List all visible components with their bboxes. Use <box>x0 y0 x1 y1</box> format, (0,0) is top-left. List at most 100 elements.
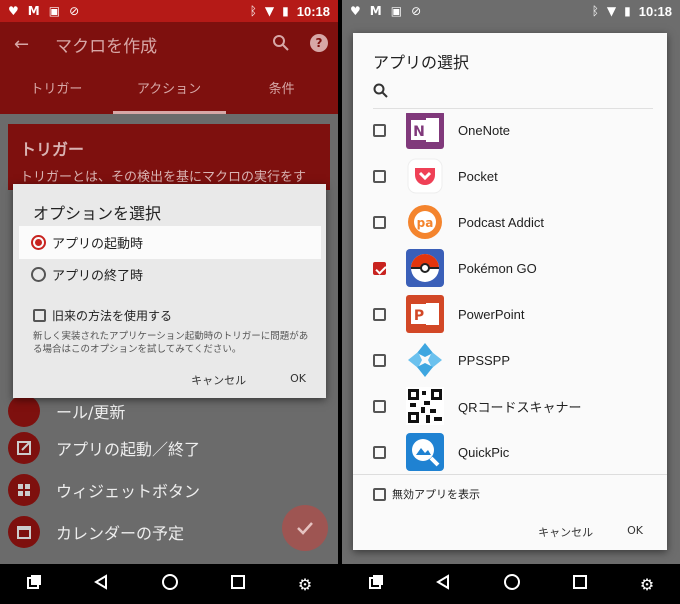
option-app-launch[interactable]: アプリの起動時 <box>19 226 321 259</box>
navigation-bar: ⚙ <box>0 564 338 604</box>
image-icon: ▣ <box>48 4 61 18</box>
list-item-label: ウィジェットボタン <box>56 482 201 501</box>
option-dialog: オプションを選択 アプリの起動時 アプリの終了時 旧来の方法を使用する 新しく実… <box>13 184 326 398</box>
app-name: Pocket <box>458 168 498 184</box>
radio-unselected[interactable] <box>31 267 46 282</box>
svg-text:?: ? <box>316 36 323 50</box>
qr-scanner-icon <box>406 387 444 425</box>
dialog-title: オプションを選択 <box>33 204 162 223</box>
powerpoint-icon: P <box>406 295 444 333</box>
divider <box>353 474 667 475</box>
right-screen: ♥ M ▣ ⊘ ᛒ ▼ ▮ 10:18 アプリの選択 N OneNote Poc… <box>342 0 680 604</box>
calendar-icon <box>8 516 40 548</box>
legacy-method-option[interactable]: 旧来の方法を使用する <box>33 307 172 324</box>
pocket-icon <box>406 157 444 195</box>
navigation-bar: ⚙ <box>342 564 680 604</box>
list-item[interactable]: ウィジェットボタン <box>0 469 338 511</box>
tab-bar: トリガー アクション 条件 <box>0 66 338 114</box>
dialog-title: アプリの選択 <box>373 53 470 72</box>
app-row-qr-scanner[interactable]: QRコードスキャナー <box>353 383 667 429</box>
home-icon[interactable] <box>161 573 179 595</box>
battery-icon: ▮ <box>282 4 289 18</box>
block-icon: ⊘ <box>69 4 80 18</box>
ok-button[interactable]: OK <box>290 372 306 388</box>
app-row-onenote[interactable]: N OneNote <box>353 113 667 153</box>
battery-icon: ▮ <box>624 4 631 18</box>
app-name: Pokémon GO <box>458 260 537 276</box>
app-checkbox[interactable] <box>373 399 386 413</box>
back-icon[interactable] <box>435 574 451 594</box>
app-checkbox-checked[interactable] <box>373 261 386 275</box>
app-checkbox[interactable] <box>373 445 386 459</box>
legacy-label: 旧来の方法を使用する <box>52 309 173 323</box>
app-row-ppsspp[interactable]: PPSSPP <box>353 337 667 383</box>
back-arrow-icon[interactable]: ← <box>14 34 29 55</box>
home-icon[interactable] <box>503 573 521 595</box>
settings-gear-icon[interactable]: ⚙ <box>640 575 654 594</box>
app-checkbox[interactable] <box>373 123 386 137</box>
svg-text:pa: pa <box>417 216 434 230</box>
card-heading: トリガー <box>20 140 85 159</box>
app-row-powerpoint[interactable]: P PowerPoint <box>353 291 667 337</box>
widget-icon <box>8 474 40 506</box>
wifi-icon: ▼ <box>264 4 275 18</box>
app-checkbox[interactable] <box>373 215 386 229</box>
email-icon <box>8 395 40 427</box>
status-time: 10:18 <box>296 3 330 19</box>
search-field[interactable] <box>373 81 653 109</box>
settings-gear-icon[interactable]: ⚙ <box>298 575 312 594</box>
card-text: トリガーとは、その検出を基にマクロの実行をす <box>20 170 307 185</box>
search-icon[interactable] <box>272 34 290 56</box>
app-row-pocket[interactable]: Pocket <box>353 153 667 199</box>
list-item-label: アプリの起動／終了 <box>56 440 201 459</box>
legacy-checkbox[interactable] <box>33 309 46 322</box>
status-bar: ♥ M ▣ ⊘ ᛒ ▼ ▮ 10:18 <box>0 0 338 22</box>
quickpic-icon <box>406 433 444 471</box>
show-disabled-option[interactable]: 無効アプリを表示 <box>373 486 480 502</box>
pokemon-go-icon <box>406 249 444 287</box>
recents-icon[interactable] <box>572 574 588 594</box>
app-name: PPSSPP <box>458 352 511 368</box>
app-checkbox[interactable] <box>373 353 386 367</box>
list-item-label: ール/更新 <box>56 403 126 422</box>
option-label: アプリの終了時 <box>52 269 144 284</box>
option-app-close[interactable]: アプリの終了時 <box>19 258 321 291</box>
app-checkbox[interactable] <box>373 169 386 183</box>
help-icon[interactable]: ? <box>310 34 328 56</box>
status-time: 10:18 <box>638 3 672 19</box>
app-row-pokemon-go[interactable]: Pokémon GO <box>353 245 667 291</box>
app-select-dialog: アプリの選択 N OneNote Pocket pa Podcast Addic… <box>353 33 667 550</box>
ok-button[interactable]: OK <box>627 524 643 540</box>
app-switch-icon[interactable] <box>368 574 384 594</box>
app-row-quickpic[interactable]: QuickPic <box>353 429 667 473</box>
m-logo-icon: M <box>369 4 382 18</box>
tab-condition[interactable]: 条件 <box>225 66 338 114</box>
cancel-button[interactable]: キャンセル <box>191 372 246 388</box>
m-logo-icon: M <box>27 4 40 18</box>
app-name: QuickPic <box>458 444 510 460</box>
launch-icon <box>8 432 40 464</box>
back-icon[interactable] <box>93 574 109 594</box>
radio-selected[interactable] <box>31 235 46 250</box>
show-disabled-checkbox[interactable] <box>373 487 386 501</box>
bluetooth-icon: ᛒ <box>249 4 257 18</box>
cancel-button[interactable]: キャンセル <box>538 524 593 540</box>
tab-trigger[interactable]: トリガー <box>0 66 113 114</box>
page-title: マクロを作成 <box>55 36 158 57</box>
onenote-icon: N <box>406 113 444 149</box>
option-label: アプリの起動時 <box>52 237 144 252</box>
tab-action[interactable]: アクション <box>113 66 226 114</box>
block-icon: ⊘ <box>411 4 422 18</box>
app-name: PowerPoint <box>458 306 525 322</box>
status-bar: ♥ M ▣ ⊘ ᛒ ▼ ▮ 10:18 <box>342 0 680 22</box>
app-checkbox[interactable] <box>373 307 386 321</box>
app-name: OneNote <box>458 122 511 138</box>
list-item[interactable]: アプリの起動／終了 <box>0 427 338 469</box>
ppsspp-icon <box>406 341 444 379</box>
confirm-fab[interactable] <box>282 505 328 551</box>
app-row-podcast-addict[interactable]: pa Podcast Addict <box>353 199 667 245</box>
recents-icon[interactable] <box>230 574 246 594</box>
app-name: QRコードスキャナー <box>458 399 582 415</box>
bluetooth-icon: ᛒ <box>591 4 599 18</box>
app-switch-icon[interactable] <box>26 574 42 594</box>
